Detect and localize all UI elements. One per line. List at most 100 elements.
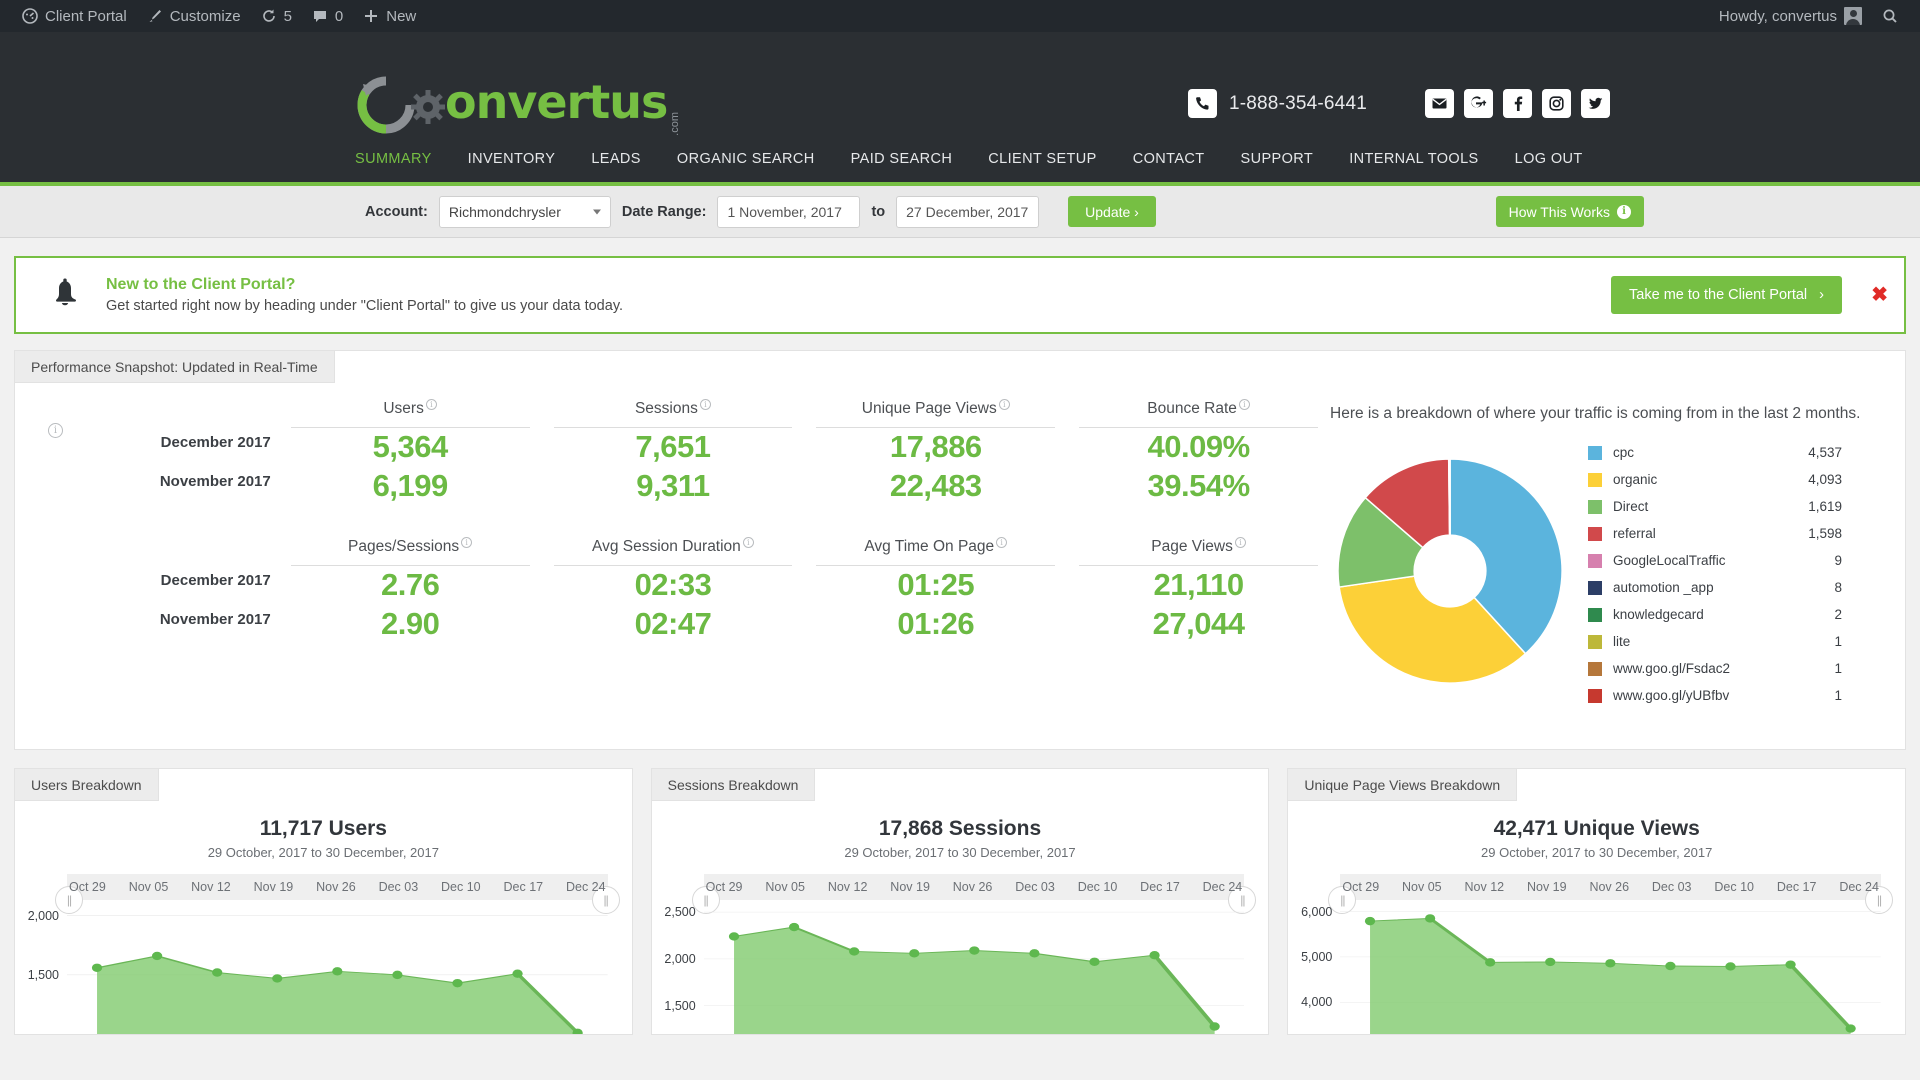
x-axis-tick: Dec 10 — [1077, 880, 1118, 894]
nav-item-paid-search[interactable]: PAID SEARCH — [851, 151, 953, 167]
nav-item-support[interactable]: SUPPORT — [1241, 151, 1314, 167]
y-axis-tick: 2,000 — [27, 908, 59, 923]
data-point[interactable] — [272, 974, 283, 983]
email-icon[interactable] — [1425, 89, 1454, 118]
data-point[interactable] — [452, 978, 463, 988]
legend-row[interactable]: automotion _app 8 — [1588, 574, 1842, 601]
snapshot-info-icon[interactable]: i — [48, 423, 63, 438]
data-point[interactable] — [908, 949, 920, 958]
adminbar-updates[interactable]: 5 — [251, 0, 302, 32]
legend-swatch — [1588, 553, 1602, 568]
legend-row[interactable]: Direct 1,619 — [1588, 493, 1842, 520]
data-point[interactable] — [512, 969, 523, 978]
site-logo[interactable]: onvertus .com — [355, 74, 681, 136]
data-point[interactable] — [1545, 957, 1556, 967]
users-card-tab-row: Users Breakdown — [15, 769, 632, 801]
data-point[interactable] — [968, 946, 980, 955]
data-point[interactable] — [1725, 962, 1736, 971]
x-axis-tick: Nov 12 — [1464, 880, 1505, 894]
legend-row[interactable]: www.goo.gl/yUBfbv 1 — [1588, 682, 1842, 709]
account-select[interactable]: Richmondchrysler — [438, 195, 611, 228]
data-point[interactable] — [1089, 957, 1100, 966]
legend-row[interactable]: knowledgecard 2 — [1588, 601, 1842, 628]
how-this-works-button[interactable]: How This Works i — [1495, 196, 1644, 227]
data-point[interactable] — [1845, 1024, 1857, 1033]
tab-performance-snapshot[interactable]: Performance Snapshot: Updated in Real-Ti… — [15, 351, 335, 383]
tab-sessions-breakdown[interactable]: Sessions Breakdown — [651, 769, 816, 801]
tooltip-icon[interactable]: i — [742, 537, 754, 549]
update-button[interactable]: Update › — [1068, 196, 1156, 227]
close-icon[interactable]: ✖ — [1871, 285, 1888, 305]
data-point[interactable] — [1605, 959, 1616, 968]
tooltip-icon[interactable]: i — [1234, 537, 1246, 549]
data-point[interactable] — [1665, 961, 1676, 971]
data-point[interactable] — [1365, 916, 1376, 926]
twitter-icon[interactable] — [1581, 89, 1610, 118]
how-this-works-label: How This Works — [1508, 203, 1610, 220]
logo-wordmark: onvertus — [411, 79, 668, 131]
traffic-donut-chart[interactable] — [1330, 433, 1580, 694]
nav-item-contact[interactable]: CONTACT — [1133, 151, 1205, 167]
x-axis-tick: Dec 17 — [1140, 880, 1180, 894]
tab-unique-page-views-breakdown[interactable]: Unique Page Views Breakdown — [1288, 769, 1518, 801]
nav-item-internal-tools[interactable]: INTERNAL TOOLS — [1349, 151, 1478, 167]
legend-row[interactable]: www.goo.gl/Fsdac2 1 — [1588, 655, 1842, 682]
data-point[interactable] — [848, 947, 859, 956]
adminbar-account[interactable]: Howdy, convertus — [1709, 0, 1872, 32]
legend-row[interactable]: cpc 4,537 — [1588, 439, 1842, 466]
adminbar-customize[interactable]: Customize — [137, 0, 251, 32]
data-point[interactable] — [212, 968, 223, 977]
x-axis-tick: Nov 12 — [191, 880, 231, 894]
tooltip-icon[interactable]: i — [461, 537, 473, 549]
data-point[interactable] — [91, 963, 103, 972]
legend-label: GoogleLocalTraffic — [1613, 553, 1726, 568]
legend-value: 1,619 — [1808, 499, 1842, 514]
tooltip-icon[interactable]: i — [425, 399, 437, 410]
tooltip-icon[interactable]: i — [998, 399, 1010, 410]
phone-block[interactable]: 1-888-354-6441 — [1187, 89, 1367, 118]
nav-item-client-setup[interactable]: CLIENT SETUP — [988, 151, 1096, 167]
data-point[interactable] — [1485, 958, 1496, 967]
tooltip-icon[interactable]: i — [996, 537, 1008, 549]
x-axis-tick: Dec 24 — [1839, 880, 1879, 894]
adminbar-site-name[interactable]: Client Portal — [12, 0, 137, 32]
adminbar-new[interactable]: New — [353, 0, 426, 32]
legend-label: referral — [1613, 526, 1656, 541]
data-point[interactable] — [392, 970, 403, 980]
tooltip-icon[interactable]: i — [699, 399, 711, 410]
legend-row[interactable]: GoogleLocalTraffic 9 — [1588, 547, 1842, 574]
take-me-to-client-portal-button[interactable]: Take me to the Client Portal › — [1611, 276, 1842, 314]
data-point[interactable] — [1425, 914, 1436, 923]
data-point[interactable] — [788, 922, 799, 932]
data-point[interactable] — [728, 932, 739, 941]
data-point[interactable] — [1028, 949, 1040, 958]
breakdown-charts-row: Users Breakdown 11,717 Users 29 October,… — [14, 768, 1907, 1038]
data-point[interactable] — [332, 967, 343, 976]
phone-icon — [1187, 89, 1217, 118]
metric-avg-time-on-page-december: 01:25 — [897, 567, 975, 603]
adminbar-search[interactable] — [1872, 0, 1908, 32]
facebook-icon[interactable] — [1503, 89, 1532, 118]
googleplus-icon[interactable] — [1464, 89, 1493, 118]
metric-sessions-november: 9,311 — [636, 467, 710, 503]
instagram-icon[interactable] — [1542, 89, 1571, 118]
nav-item-log-out[interactable]: LOG OUT — [1515, 151, 1583, 167]
data-point[interactable] — [151, 951, 163, 961]
adminbar-comments[interactable]: 0 — [302, 0, 353, 32]
nav-item-organic-search[interactable]: ORGANIC SEARCH — [677, 151, 815, 167]
legend-row[interactable]: lite 1 — [1588, 628, 1842, 655]
data-point[interactable] — [1785, 960, 1797, 969]
date-from-input[interactable] — [717, 195, 861, 228]
legend-row[interactable]: referral 1,598 — [1588, 520, 1842, 547]
nav-item-summary[interactable]: SUMMARY — [355, 151, 432, 167]
nav-item-leads[interactable]: LEADS — [591, 151, 641, 167]
tab-users-breakdown[interactable]: Users Breakdown — [15, 769, 159, 801]
metric-unique-page-views-november: 22,483 — [889, 467, 982, 503]
x-axis-tick: Dec 17 — [503, 880, 544, 894]
nav-item-inventory[interactable]: INVENTORY — [468, 151, 556, 167]
data-point[interactable] — [1149, 951, 1160, 960]
legend-row[interactable]: organic 4,093 — [1588, 466, 1842, 493]
data-point[interactable] — [1209, 1022, 1220, 1031]
date-to-input[interactable] — [896, 195, 1040, 228]
tooltip-icon[interactable]: i — [1238, 399, 1250, 410]
